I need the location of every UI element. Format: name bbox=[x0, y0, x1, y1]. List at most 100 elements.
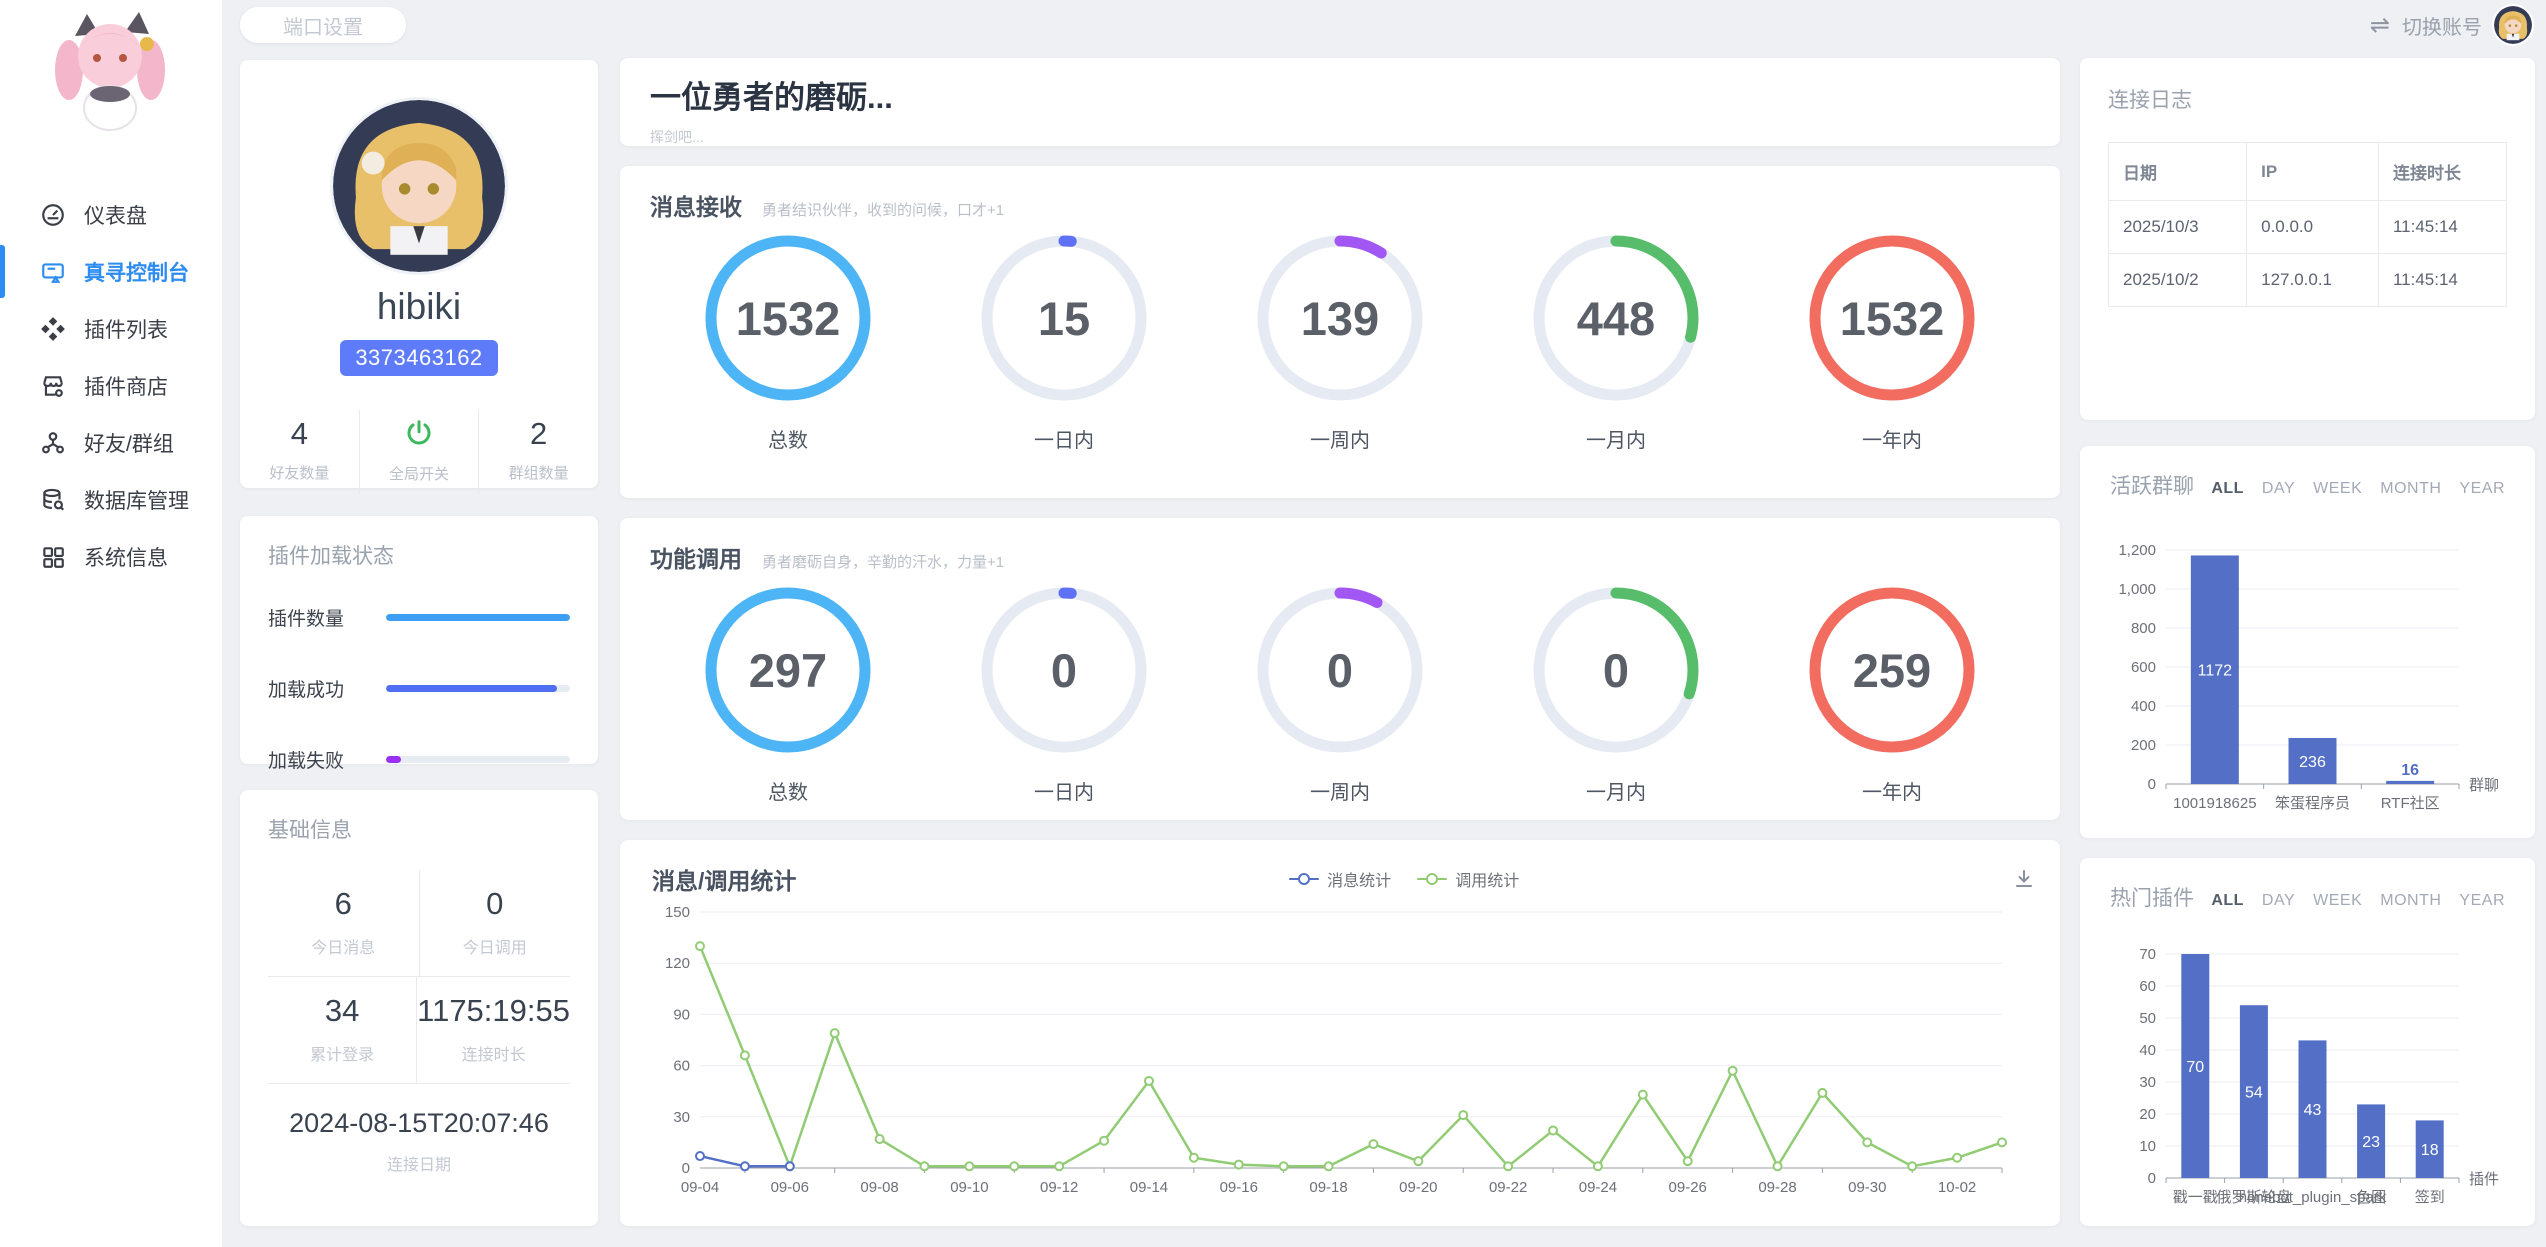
connection-date-stat: 2024-08-15T20:07:46 连接日期 bbox=[268, 1084, 570, 1175]
app-root: 仪表盘 真寻控制台 插件列表 插件商店 好友/群组 数据库管理 bbox=[0, 0, 2546, 1247]
hot-plugins-card: 热门插件 ALLDAYWEEKMONTHYEAR 010203040506070… bbox=[2080, 858, 2535, 1226]
svg-text:09-14: 09-14 bbox=[1130, 1179, 1168, 1196]
table-cell: 2025/10/2 bbox=[2109, 254, 2247, 307]
legend-label: 调用统计 bbox=[1455, 867, 1519, 891]
svg-text:09-18: 09-18 bbox=[1309, 1179, 1347, 1196]
stat-value: 1175:19:55 bbox=[417, 993, 570, 1029]
connection-log-title: 连接日志 bbox=[2108, 84, 2507, 114]
legend-item-calls[interactable]: 调用统计 bbox=[1417, 867, 1519, 891]
power-icon[interactable] bbox=[404, 418, 434, 448]
basic-info-title: 基础信息 bbox=[268, 814, 570, 844]
stat-ring: 297总数 bbox=[650, 584, 926, 805]
svg-text:10-02: 10-02 bbox=[1938, 1179, 1976, 1196]
sidebar-item-label: 插件商店 bbox=[84, 371, 168, 401]
ring-value: 1532 bbox=[702, 232, 874, 404]
svg-text:800: 800 bbox=[2131, 620, 2156, 637]
table-cell: 127.0.0.1 bbox=[2247, 254, 2379, 307]
svg-text:戳一戳: 戳一戳 bbox=[2173, 1189, 2218, 1206]
account-id-badge: 3373463162 bbox=[340, 340, 497, 376]
hot-plugins-title: 热门插件 bbox=[2110, 882, 2194, 912]
tab-year[interactable]: YEAR bbox=[2459, 892, 2505, 910]
ring-value: 0 bbox=[1254, 584, 1426, 756]
stat-label: 今日调用 bbox=[420, 934, 571, 958]
sidebar: 仪表盘 真寻控制台 插件列表 插件商店 好友/群组 数据库管理 bbox=[0, 0, 222, 1247]
ring-label: 总数 bbox=[768, 776, 808, 805]
today-calls-stat: 0 今日调用 bbox=[419, 870, 571, 976]
greeting-card: 一位勇者的磨砺... 挥剑吧... bbox=[620, 58, 2060, 146]
svg-text:09-22: 09-22 bbox=[1489, 1179, 1527, 1196]
plugin-status-card: 插件加载状态 插件数量加载成功加载失败 bbox=[240, 516, 598, 764]
legend-item-messages[interactable]: 消息统计 bbox=[1289, 867, 1391, 891]
message-received-card: 消息接收 勇者结识伙伴，收到的问候，口才+1 1532总数15一日内139一周内… bbox=[620, 166, 2060, 498]
sidebar-item-console[interactable]: 真寻控制台 bbox=[0, 243, 222, 300]
tab-all[interactable]: ALL bbox=[2211, 480, 2244, 498]
tab-week[interactable]: WEEK bbox=[2313, 480, 2362, 498]
svg-text:1001918625: 1001918625 bbox=[2173, 795, 2256, 812]
svg-text:0: 0 bbox=[2148, 776, 2156, 793]
avatar-image bbox=[2494, 6, 2532, 44]
group-count-stat: 2 群组数量 bbox=[478, 410, 598, 494]
sidebar-item-friends-groups[interactable]: 好友/群组 bbox=[0, 414, 222, 471]
legend-line-icon bbox=[1417, 878, 1447, 880]
svg-text:200: 200 bbox=[2131, 737, 2156, 754]
svg-text:10: 10 bbox=[2139, 1138, 2156, 1155]
ring-value: 448 bbox=[1530, 232, 1702, 404]
col-ip: IP bbox=[2247, 143, 2379, 201]
port-settings-button[interactable]: 端口设置 bbox=[240, 7, 406, 43]
download-icon[interactable] bbox=[2012, 867, 2036, 891]
legend-label: 消息统计 bbox=[1327, 867, 1391, 891]
tab-week[interactable]: WEEK bbox=[2313, 892, 2362, 910]
tab-day[interactable]: DAY bbox=[2262, 480, 2295, 498]
svg-text:色图: 色图 bbox=[2356, 1189, 2386, 1206]
tab-year[interactable]: YEAR bbox=[2459, 480, 2505, 498]
sidebar-item-label: 仪表盘 bbox=[84, 200, 147, 230]
tab-all[interactable]: ALL bbox=[2211, 892, 2244, 910]
profile-card: hibiki 3373463162 4 好友数量 全局开关 2 群组数量 bbox=[240, 60, 598, 488]
stat-label: 今日消息 bbox=[268, 934, 419, 958]
table-cell: 0.0.0.0 bbox=[2247, 201, 2379, 254]
sidebar-item-database[interactable]: 数据库管理 bbox=[0, 471, 222, 528]
svg-text:0: 0 bbox=[2148, 1170, 2156, 1187]
stat-value: 6 bbox=[268, 886, 419, 922]
svg-text:70: 70 bbox=[2139, 946, 2156, 963]
sidebar-item-system-info[interactable]: 系统信息 bbox=[0, 528, 222, 585]
plugin-status-title: 插件加载状态 bbox=[268, 540, 570, 570]
stat-ring: 448一月内 bbox=[1478, 232, 1754, 453]
ring-value: 139 bbox=[1254, 232, 1426, 404]
account-switcher[interactable]: ⇌ 切换账号 bbox=[2370, 6, 2532, 44]
tab-month[interactable]: MONTH bbox=[2380, 480, 2441, 498]
progress-fill bbox=[386, 614, 570, 621]
app-logo bbox=[0, 0, 222, 148]
system-icon bbox=[40, 544, 66, 570]
profile-avatar bbox=[333, 100, 505, 272]
svg-text:09-30: 09-30 bbox=[1848, 1179, 1886, 1196]
svg-text:09-06: 09-06 bbox=[771, 1179, 809, 1196]
tab-month[interactable]: MONTH bbox=[2380, 892, 2441, 910]
sidebar-item-plugin-store[interactable]: 插件商店 bbox=[0, 357, 222, 414]
svg-text:18: 18 bbox=[2421, 1142, 2439, 1159]
svg-text:30: 30 bbox=[2139, 1074, 2156, 1091]
col-duration: 连接时长 bbox=[2378, 143, 2506, 201]
sidebar-item-dashboard[interactable]: 仪表盘 bbox=[0, 186, 222, 243]
sidebar-item-plugin-list[interactable]: 插件列表 bbox=[0, 300, 222, 357]
stat-label: 累计登录 bbox=[268, 1041, 416, 1065]
svg-text:插件: 插件 bbox=[2469, 1171, 2499, 1188]
svg-text:60: 60 bbox=[673, 1058, 690, 1075]
tab-day[interactable]: DAY bbox=[2262, 892, 2295, 910]
svg-text:1,200: 1,200 bbox=[2118, 542, 2156, 559]
store-icon bbox=[40, 373, 66, 399]
ring-label: 一月内 bbox=[1586, 776, 1646, 805]
console-icon bbox=[40, 259, 66, 285]
table-header-row: 日期 IP 连接时长 bbox=[2109, 143, 2507, 201]
progress-bar bbox=[386, 614, 570, 621]
plugin-status-row: 加载失败 bbox=[268, 746, 570, 773]
svg-text:09-08: 09-08 bbox=[860, 1179, 898, 1196]
stat-ring: 139一周内 bbox=[1202, 232, 1478, 453]
today-messages-stat: 6 今日消息 bbox=[268, 870, 419, 976]
progress-label: 加载失败 bbox=[268, 746, 386, 773]
svg-text:54: 54 bbox=[2245, 1085, 2263, 1102]
hot-plugins-chart: 01020304050607070戳一戳54俄罗斯轮盘43nonebot_plu… bbox=[2104, 940, 2511, 1230]
call-card-title: 功能调用 bbox=[650, 540, 742, 574]
topbar-avatar[interactable] bbox=[2494, 6, 2532, 44]
connection-log-table: 日期 IP 连接时长 2025/10/30.0.0.011:45:142025/… bbox=[2108, 142, 2507, 307]
